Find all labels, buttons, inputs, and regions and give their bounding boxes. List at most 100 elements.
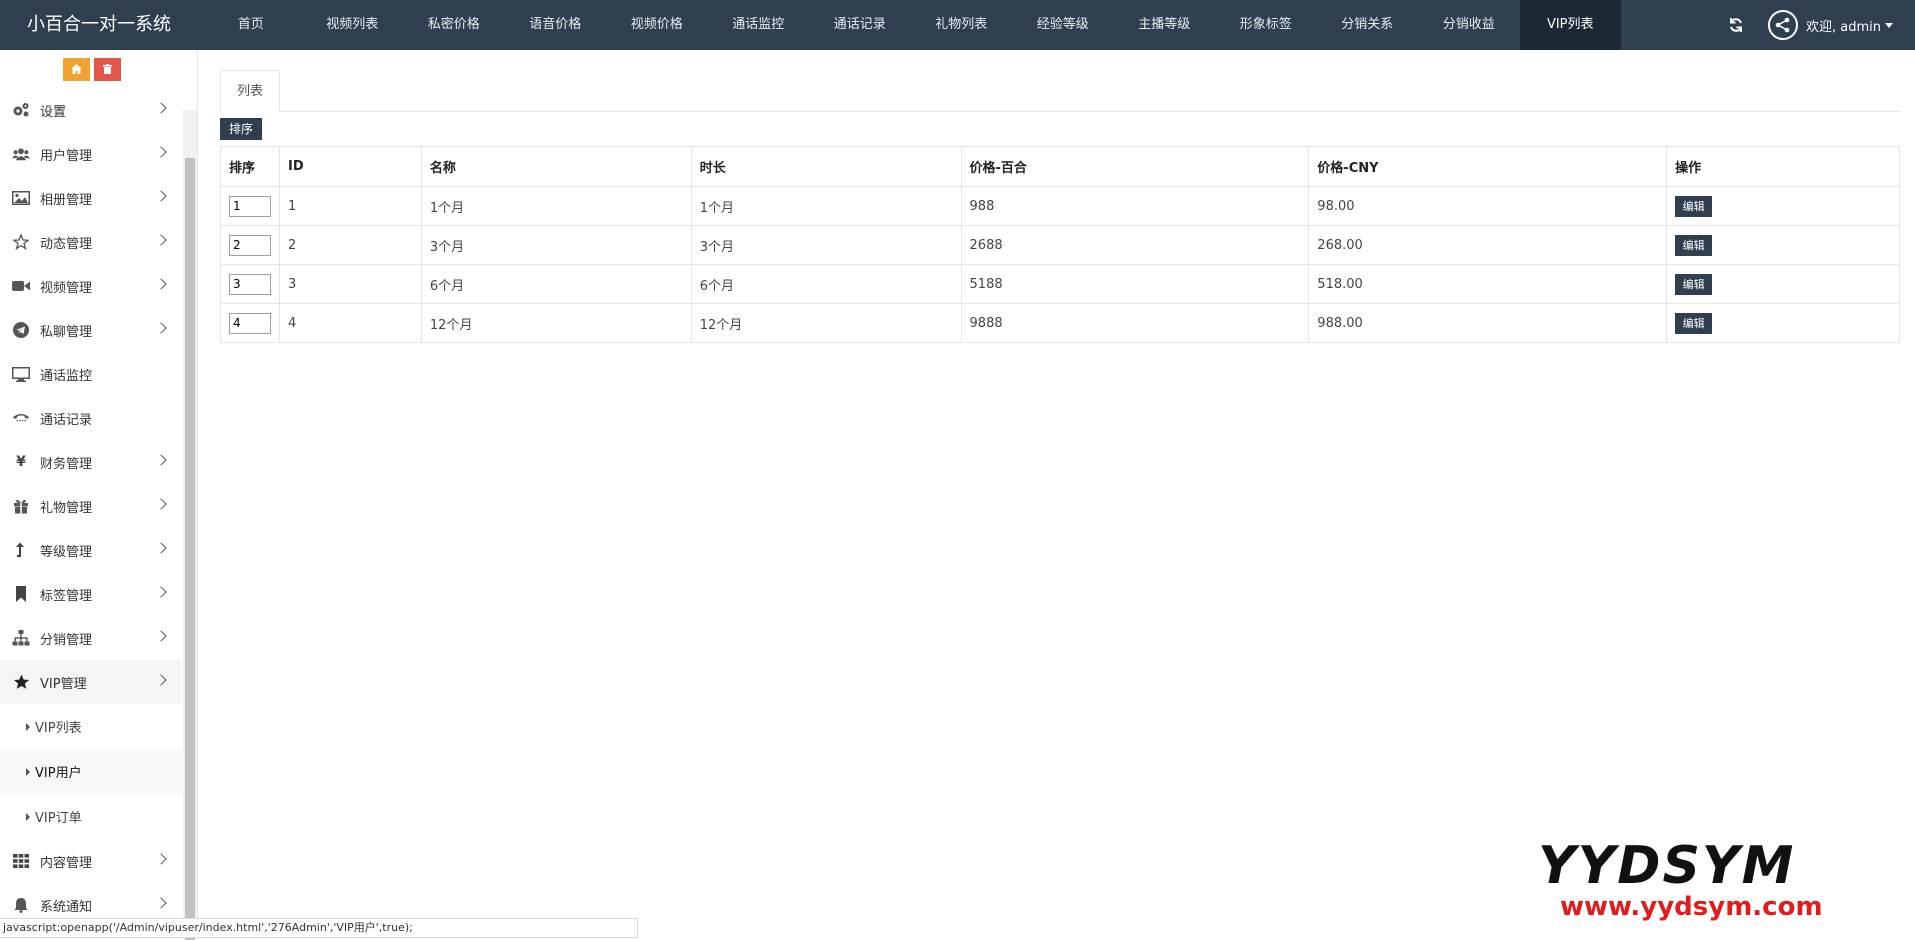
user-menu[interactable]: 欢迎, admin [1806, 16, 1893, 35]
nav-vip-list[interactable]: VIP列表 [1519, 0, 1621, 50]
action-cell: 编辑 [1666, 186, 1900, 226]
action-cell: 编辑 [1666, 264, 1900, 304]
nav-video-price[interactable]: 视频价格 [606, 0, 708, 50]
price-cny-cell: 268.00 [1308, 225, 1668, 265]
sidebar-subitem-label: VIP订单 [35, 811, 82, 826]
sort-order-input[interactable] [229, 195, 271, 217]
sidebar-subitem-vip-list[interactable]: VIP列表 [0, 704, 182, 749]
sitemap-icon [12, 629, 30, 647]
chevron-right-icon [155, 234, 167, 246]
avatar[interactable] [1768, 10, 1798, 40]
nav-distribution-relation[interactable]: 分销关系 [1317, 0, 1419, 50]
sidebar-subitem-vip-users[interactable]: VIP用户 [0, 749, 182, 794]
nav-anchor-level[interactable]: 主播等级 [1114, 0, 1216, 50]
sidebar-item-call-records[interactable]: 通话记录 [0, 396, 182, 440]
table-row: 1 1个月 1个月 988 98.00 编辑 [220, 186, 1900, 226]
nav-private-price[interactable]: 私密价格 [403, 0, 505, 50]
caret-right-icon [26, 722, 30, 731]
nav-image-tags[interactable]: 形象标签 [1215, 0, 1317, 50]
chevron-right-icon [155, 853, 167, 865]
chevron-right-icon [155, 454, 167, 466]
column-header-action: 操作 [1666, 146, 1900, 187]
top-nav: 首页 视频列表 私密价格 语音价格 视频价格 通话监控 通话记录 礼物列表 经验… [200, 0, 1621, 50]
sidebar-item-albums[interactable]: 相册管理 [0, 176, 182, 220]
column-header-id: ID [279, 146, 422, 187]
bell-icon [12, 896, 30, 914]
sidebar-item-label: 动态管理 [40, 236, 93, 252]
id-cell: 2 [279, 225, 422, 265]
nav-voice-price[interactable]: 语音价格 [505, 0, 607, 50]
nav-home[interactable]: 首页 [200, 0, 302, 50]
clear-cache-button[interactable] [93, 57, 121, 81]
level-up-icon [12, 541, 30, 559]
edit-button[interactable]: 编辑 [1675, 312, 1713, 334]
sidebar-item-tags[interactable]: 标签管理 [0, 572, 182, 616]
column-header-sort: 排序 [220, 146, 280, 187]
sidebar-item-content[interactable]: 内容管理 [0, 839, 182, 883]
sidebar-scrollbar-thumb[interactable] [185, 158, 195, 940]
sidebar-item-label: VIP管理 [40, 676, 87, 692]
nav-call-records[interactable]: 通话记录 [809, 0, 911, 50]
home-button[interactable] [62, 57, 90, 81]
sidebar: 设置 用户管理 相册管理 动态管理 视频管理 私聊管理 通话监控 通话记录 ¥ … [0, 50, 198, 940]
sidebar-item-videos[interactable]: 视频管理 [0, 264, 182, 308]
gift-icon [12, 497, 30, 515]
chevron-right-icon [155, 897, 167, 909]
chevron-right-icon [155, 146, 167, 158]
sidebar-item-gifts[interactable]: 礼物管理 [0, 484, 182, 528]
edit-button[interactable]: 编辑 [1675, 273, 1713, 295]
tab-list[interactable]: 列表 [220, 70, 280, 112]
sidebar-item-settings[interactable]: 设置 [0, 88, 182, 132]
sidebar-item-label: 礼物管理 [40, 500, 93, 516]
sort-order-input[interactable] [229, 273, 271, 295]
duration-cell: 1个月 [690, 186, 962, 226]
id-cell: 3 [279, 264, 422, 304]
sidebar-item-users[interactable]: 用户管理 [0, 132, 182, 176]
price-lily-cell: 9888 [960, 303, 1310, 343]
sidebar-item-finance[interactable]: ¥ 财务管理 [0, 440, 182, 484]
chevron-right-icon [155, 674, 167, 686]
caret-right-icon [26, 767, 30, 776]
sidebar-subitem-vip-orders[interactable]: VIP订单 [0, 794, 182, 839]
star-icon [12, 673, 30, 691]
image-icon [12, 189, 30, 207]
sidebar-item-distribution[interactable]: 分销管理 [0, 616, 182, 660]
sort-order-input[interactable] [229, 234, 271, 256]
column-header-price-cny: 价格-CNY [1308, 146, 1668, 187]
brand-title: 小百合一对一系统 [27, 14, 171, 35]
browser-status-bar: javascript:openapp('/Admin/vipuser/index… [0, 918, 638, 938]
nav-distribution-income[interactable]: 分销收益 [1418, 0, 1520, 50]
nav-gift-list[interactable]: 礼物列表 [911, 0, 1013, 50]
id-cell: 1 [279, 186, 422, 226]
sidebar-item-label: 视频管理 [40, 280, 93, 296]
yen-icon: ¥ [16, 454, 26, 470]
edit-button[interactable]: 编辑 [1675, 234, 1713, 256]
watermark-logo-text: YYDSYM [1538, 836, 1796, 896]
nav-call-monitor[interactable]: 通话监控 [708, 0, 810, 50]
trash-icon [102, 64, 112, 74]
name-cell: 3个月 [420, 225, 692, 265]
edit-button[interactable]: 编辑 [1675, 195, 1713, 217]
nav-video-list[interactable]: 视频列表 [302, 0, 404, 50]
price-cny-cell: 518.00 [1308, 264, 1668, 304]
sort-cell [220, 264, 280, 304]
refresh-icon[interactable] [1728, 17, 1744, 33]
sidebar-item-moments[interactable]: 动态管理 [0, 220, 182, 264]
top-right-area: 欢迎, admin [1728, 0, 1893, 50]
sidebar-item-label: 内容管理 [40, 855, 93, 871]
sidebar-item-call-monitor[interactable]: 通话监控 [0, 352, 182, 396]
sidebar-item-label: 相册管理 [40, 192, 93, 208]
gears-icon [12, 101, 30, 119]
name-cell: 12个月 [420, 303, 692, 343]
sidebar-item-vip[interactable]: VIP管理 [0, 660, 182, 704]
sort-button[interactable]: 排序 [220, 118, 262, 140]
name-cell: 6个月 [420, 264, 692, 304]
sidebar-subitem-label: VIP列表 [35, 721, 82, 736]
main-content: 列表 排序 排序 ID 名称 时长 价格-百合 价格-CNY 操作 1 1个月 … [220, 70, 1900, 343]
action-cell: 编辑 [1666, 303, 1900, 343]
sidebar-item-private-chat[interactable]: 私聊管理 [0, 308, 182, 352]
home-icon [70, 64, 82, 74]
sidebar-item-levels[interactable]: 等级管理 [0, 528, 182, 572]
sort-order-input[interactable] [229, 312, 271, 334]
nav-exp-level[interactable]: 经验等级 [1012, 0, 1114, 50]
